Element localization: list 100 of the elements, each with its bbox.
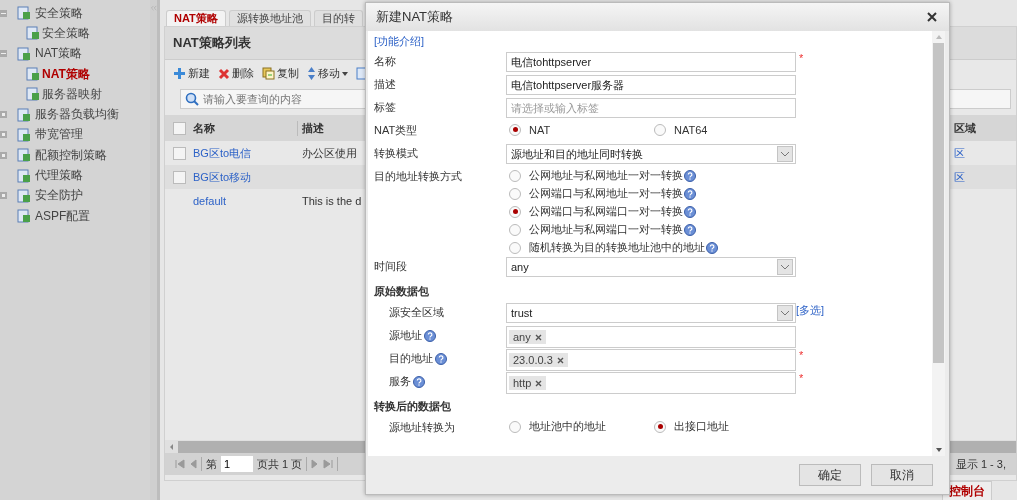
tag-field[interactable]: 23.0.0.3: [506, 349, 796, 371]
tree-toggle[interactable]: [0, 111, 7, 119]
radio-button[interactable]: [509, 223, 521, 236]
dropdown-field[interactable]: trust: [506, 303, 796, 323]
tree-item[interactable]: 服务器映射: [42, 85, 102, 103]
tree-item[interactable]: 配额控制策略: [35, 146, 107, 164]
tree-item[interactable]: NAT策略: [42, 65, 90, 83]
dropdown-field[interactable]: 源地址和目的地址同时转换: [506, 144, 796, 164]
radio-button[interactable]: [509, 187, 521, 200]
tree-toggle[interactable]: [0, 131, 7, 139]
dropdown-field[interactable]: any: [506, 257, 796, 277]
radio-label[interactable]: 公网端口与私网地址一对一转换: [529, 186, 683, 201]
checkbox[interactable]: [172, 121, 186, 135]
radio-label[interactable]: 地址池中的地址: [529, 419, 606, 434]
tag-chip[interactable]: 23.0.0.3: [509, 353, 568, 367]
next-page-icon[interactable]: [311, 459, 320, 469]
help-icon[interactable]: [684, 187, 696, 200]
tree-item[interactable]: NAT策略: [35, 45, 83, 63]
radio-button[interactable]: [654, 420, 666, 433]
checkbox[interactable]: [172, 170, 186, 184]
radio-label[interactable]: 公网地址与私网地址一对一转换: [529, 168, 683, 183]
help-icon[interactable]: [435, 352, 447, 365]
column-header[interactable]: 名称: [193, 120, 297, 136]
radio-button[interactable]: [509, 241, 521, 254]
tree-item[interactable]: 代理策略: [35, 167, 83, 184]
page-label: 第: [206, 456, 217, 472]
radio-button[interactable]: [654, 123, 666, 136]
last-page-icon[interactable]: [323, 459, 334, 469]
scroll-left-icon[interactable]: [168, 442, 176, 451]
page-number-field[interactable]: 1: [221, 456, 253, 472]
radio-label[interactable]: NAT: [529, 123, 551, 136]
policy-name-link[interactable]: BG区to电信: [193, 146, 252, 159]
tree-item[interactable]: ASPF配置: [35, 207, 91, 225]
field-label: 源地址: [389, 328, 422, 343]
help-icon[interactable]: [684, 223, 696, 236]
tree-item[interactable]: 安全防护: [35, 187, 83, 205]
toolbar-button[interactable]: 新建: [173, 66, 210, 81]
help-icon[interactable]: [413, 375, 425, 388]
document-icon: [26, 67, 40, 82]
collapse-icon[interactable]: [150, 4, 157, 12]
tag-chip[interactable]: any: [509, 330, 546, 344]
toolbar-button[interactable]: 移动: [307, 66, 348, 81]
zone-link[interactable]: 区: [954, 146, 965, 159]
zone-link[interactable]: 区: [954, 170, 965, 183]
column-header[interactable]: 区域: [954, 120, 1014, 136]
help-icon[interactable]: [684, 205, 696, 218]
tree-toggle[interactable]: [0, 192, 7, 200]
text-field[interactable]: 电信tohttpserver: [506, 52, 796, 72]
tree-toggle[interactable]: [0, 9, 7, 17]
radio-button[interactable]: [509, 205, 521, 218]
tab[interactable]: 目的转: [313, 10, 363, 26]
radio-button[interactable]: [509, 123, 521, 136]
policy-name-link[interactable]: default: [193, 195, 227, 207]
tree-item[interactable]: 安全策略: [42, 24, 90, 42]
checkbox[interactable]: [172, 146, 186, 160]
dialog-button[interactable]: 确定: [799, 464, 861, 486]
help-icon[interactable]: [684, 169, 696, 182]
toolbar-button[interactable]: 删除: [218, 66, 254, 81]
help-icon[interactable]: [706, 241, 718, 254]
radio-label[interactable]: 公网端口与私网端口一对一转换: [529, 204, 683, 219]
toolbar-button[interactable]: 复制: [262, 66, 299, 81]
field-label: 源安全区域: [389, 305, 444, 320]
text-field[interactable]: 电信tohttpserver服务器: [506, 75, 796, 95]
close-icon[interactable]: [556, 356, 564, 364]
close-icon[interactable]: [534, 333, 542, 341]
radio-label[interactable]: 公网地址与私网端口一对一转换: [529, 222, 683, 237]
tag-chip[interactable]: http: [509, 376, 547, 390]
vertical-scrollbar[interactable]: [932, 31, 945, 456]
tree-toggle[interactable]: [0, 50, 7, 58]
document-icon: [26, 26, 40, 41]
dialog-title: 新建NAT策略: [376, 8, 454, 26]
document-icon: [17, 168, 31, 183]
tree-item[interactable]: 服务器负载均衡: [35, 106, 119, 124]
radio-label[interactable]: 随机转换为目的转换地址池中的地址: [529, 240, 705, 255]
text-field[interactable]: 请选择或输入标签: [506, 98, 796, 118]
tree-item[interactable]: 带宽管理: [35, 126, 83, 144]
tag-field[interactable]: any: [506, 326, 796, 348]
document-icon: [17, 6, 31, 21]
tab[interactable]: NAT策略: [166, 10, 226, 26]
field-label: 服务: [389, 374, 411, 389]
multi-select-link[interactable]: [多选]: [796, 303, 825, 318]
radio-button[interactable]: [509, 420, 521, 433]
policy-name-link[interactable]: BG区to移动: [193, 170, 252, 183]
radio-label[interactable]: NAT64: [674, 123, 708, 136]
tag-field[interactable]: http: [506, 372, 796, 394]
help-icon[interactable]: [424, 329, 436, 342]
intro-link[interactable]: [功能介绍]: [374, 34, 425, 49]
document-icon: [17, 148, 31, 163]
close-icon[interactable]: [535, 379, 543, 387]
tree-item[interactable]: 安全策略: [35, 4, 83, 22]
radio-button[interactable]: [509, 169, 521, 182]
tab[interactable]: 源转换地址池: [228, 10, 311, 26]
scroll-up-icon[interactable]: [934, 34, 943, 40]
required-mark: *: [799, 349, 804, 361]
previous-page-icon[interactable]: [189, 459, 197, 469]
radio-label[interactable]: 出接口地址: [674, 419, 729, 434]
dialog-button[interactable]: 取消: [871, 464, 933, 486]
first-page-icon[interactable]: [175, 459, 185, 469]
tree-toggle[interactable]: [0, 151, 7, 159]
close-icon[interactable]: [927, 12, 937, 22]
